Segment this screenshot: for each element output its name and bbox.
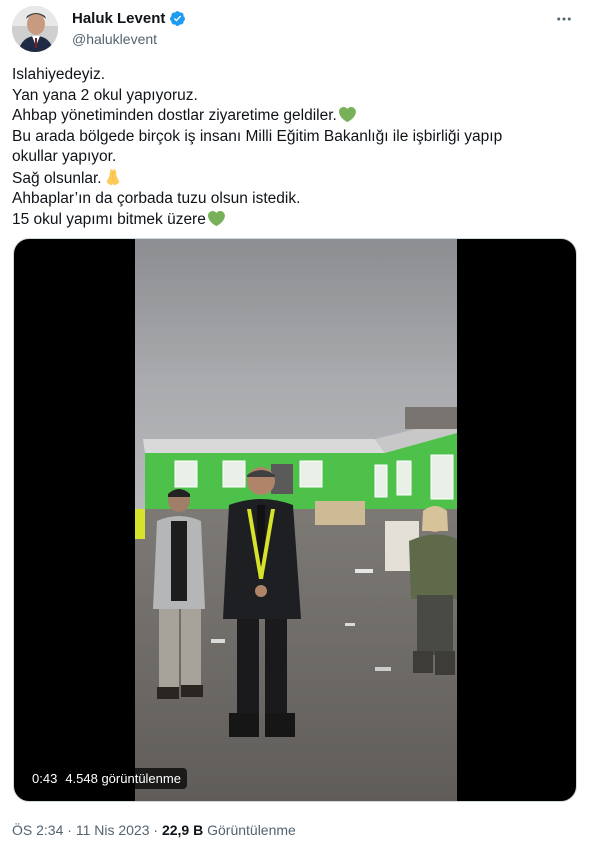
- tweet-line-with-heart: Ahbap yönetiminden dostlar ziyaretime ge…: [12, 106, 579, 127]
- author-avatar[interactable]: [12, 6, 58, 52]
- author-handle[interactable]: @haluklevent: [72, 31, 157, 47]
- green-heart-emoji-icon: [207, 210, 225, 226]
- video-info-badge: 0:43 4.548 görüntülenme: [26, 768, 187, 789]
- video-duration: 0:43: [32, 771, 58, 786]
- tweet-line-text: Sağ olsunlar.: [12, 169, 102, 187]
- tweet-line: Bu arada bölgede birçok iş insanı Milli …: [12, 127, 503, 145]
- video-view-count: 4.548 görüntülenme: [65, 771, 181, 786]
- tweet-line: Ahbaplar’ın da çorbada tuzu olsun istedi…: [12, 190, 301, 207]
- more-options-button[interactable]: [555, 10, 573, 33]
- tweet-views-label[interactable]: Görüntülenme: [207, 822, 296, 838]
- avatar-image: [12, 6, 58, 52]
- tweet-line: okullar yapıyor.: [12, 148, 117, 165]
- tweet-line-text: Ahbap yönetiminden dostlar ziyaretime ge…: [12, 107, 337, 124]
- tweet-line-with-heart: 15 okul yapımı bitmek üzere: [12, 210, 579, 231]
- tweet-line-with-pray: Sağ olsunlar.: [12, 168, 579, 190]
- meta-separator: ·: [153, 822, 159, 838]
- tweet-time[interactable]: ÖS 2:34: [12, 822, 63, 838]
- tweet-body: Islahiyedeyiz. Yan yana 2 okul yapıyoruz…: [12, 65, 579, 230]
- tweet-header: Haluk Levent @haluklevent: [12, 6, 579, 54]
- video-thumbnail[interactable]: [135, 239, 457, 801]
- tweet-line: Yan yana 2 okul yapıyoruz.: [12, 86, 198, 104]
- verified-badge-icon: [169, 10, 186, 27]
- video-player[interactable]: 0:43 4.548 görüntülenme: [13, 238, 577, 802]
- author-name-row: Haluk Levent: [72, 10, 186, 27]
- tweet-line-text: 15 okul yapımı bitmek üzere: [12, 210, 206, 228]
- tweet-line: Islahiyedeyiz.: [12, 66, 106, 83]
- folded-hands-emoji-icon: [106, 168, 119, 185]
- green-heart-emoji-icon: [338, 107, 356, 122]
- more-horizontal-icon: [557, 17, 571, 21]
- video-scene-image: [135, 239, 457, 801]
- meta-separator: ·: [67, 822, 72, 838]
- tweet-views-count: 22,9 B: [161, 822, 204, 838]
- tweet-meta: ÖS 2:34 · 11 Nis 2023 · 22,9 B Görüntüle…: [12, 822, 296, 838]
- tweet-date[interactable]: 11 Nis 2023: [76, 822, 150, 838]
- author-display-name[interactable]: Haluk Levent: [72, 10, 165, 27]
